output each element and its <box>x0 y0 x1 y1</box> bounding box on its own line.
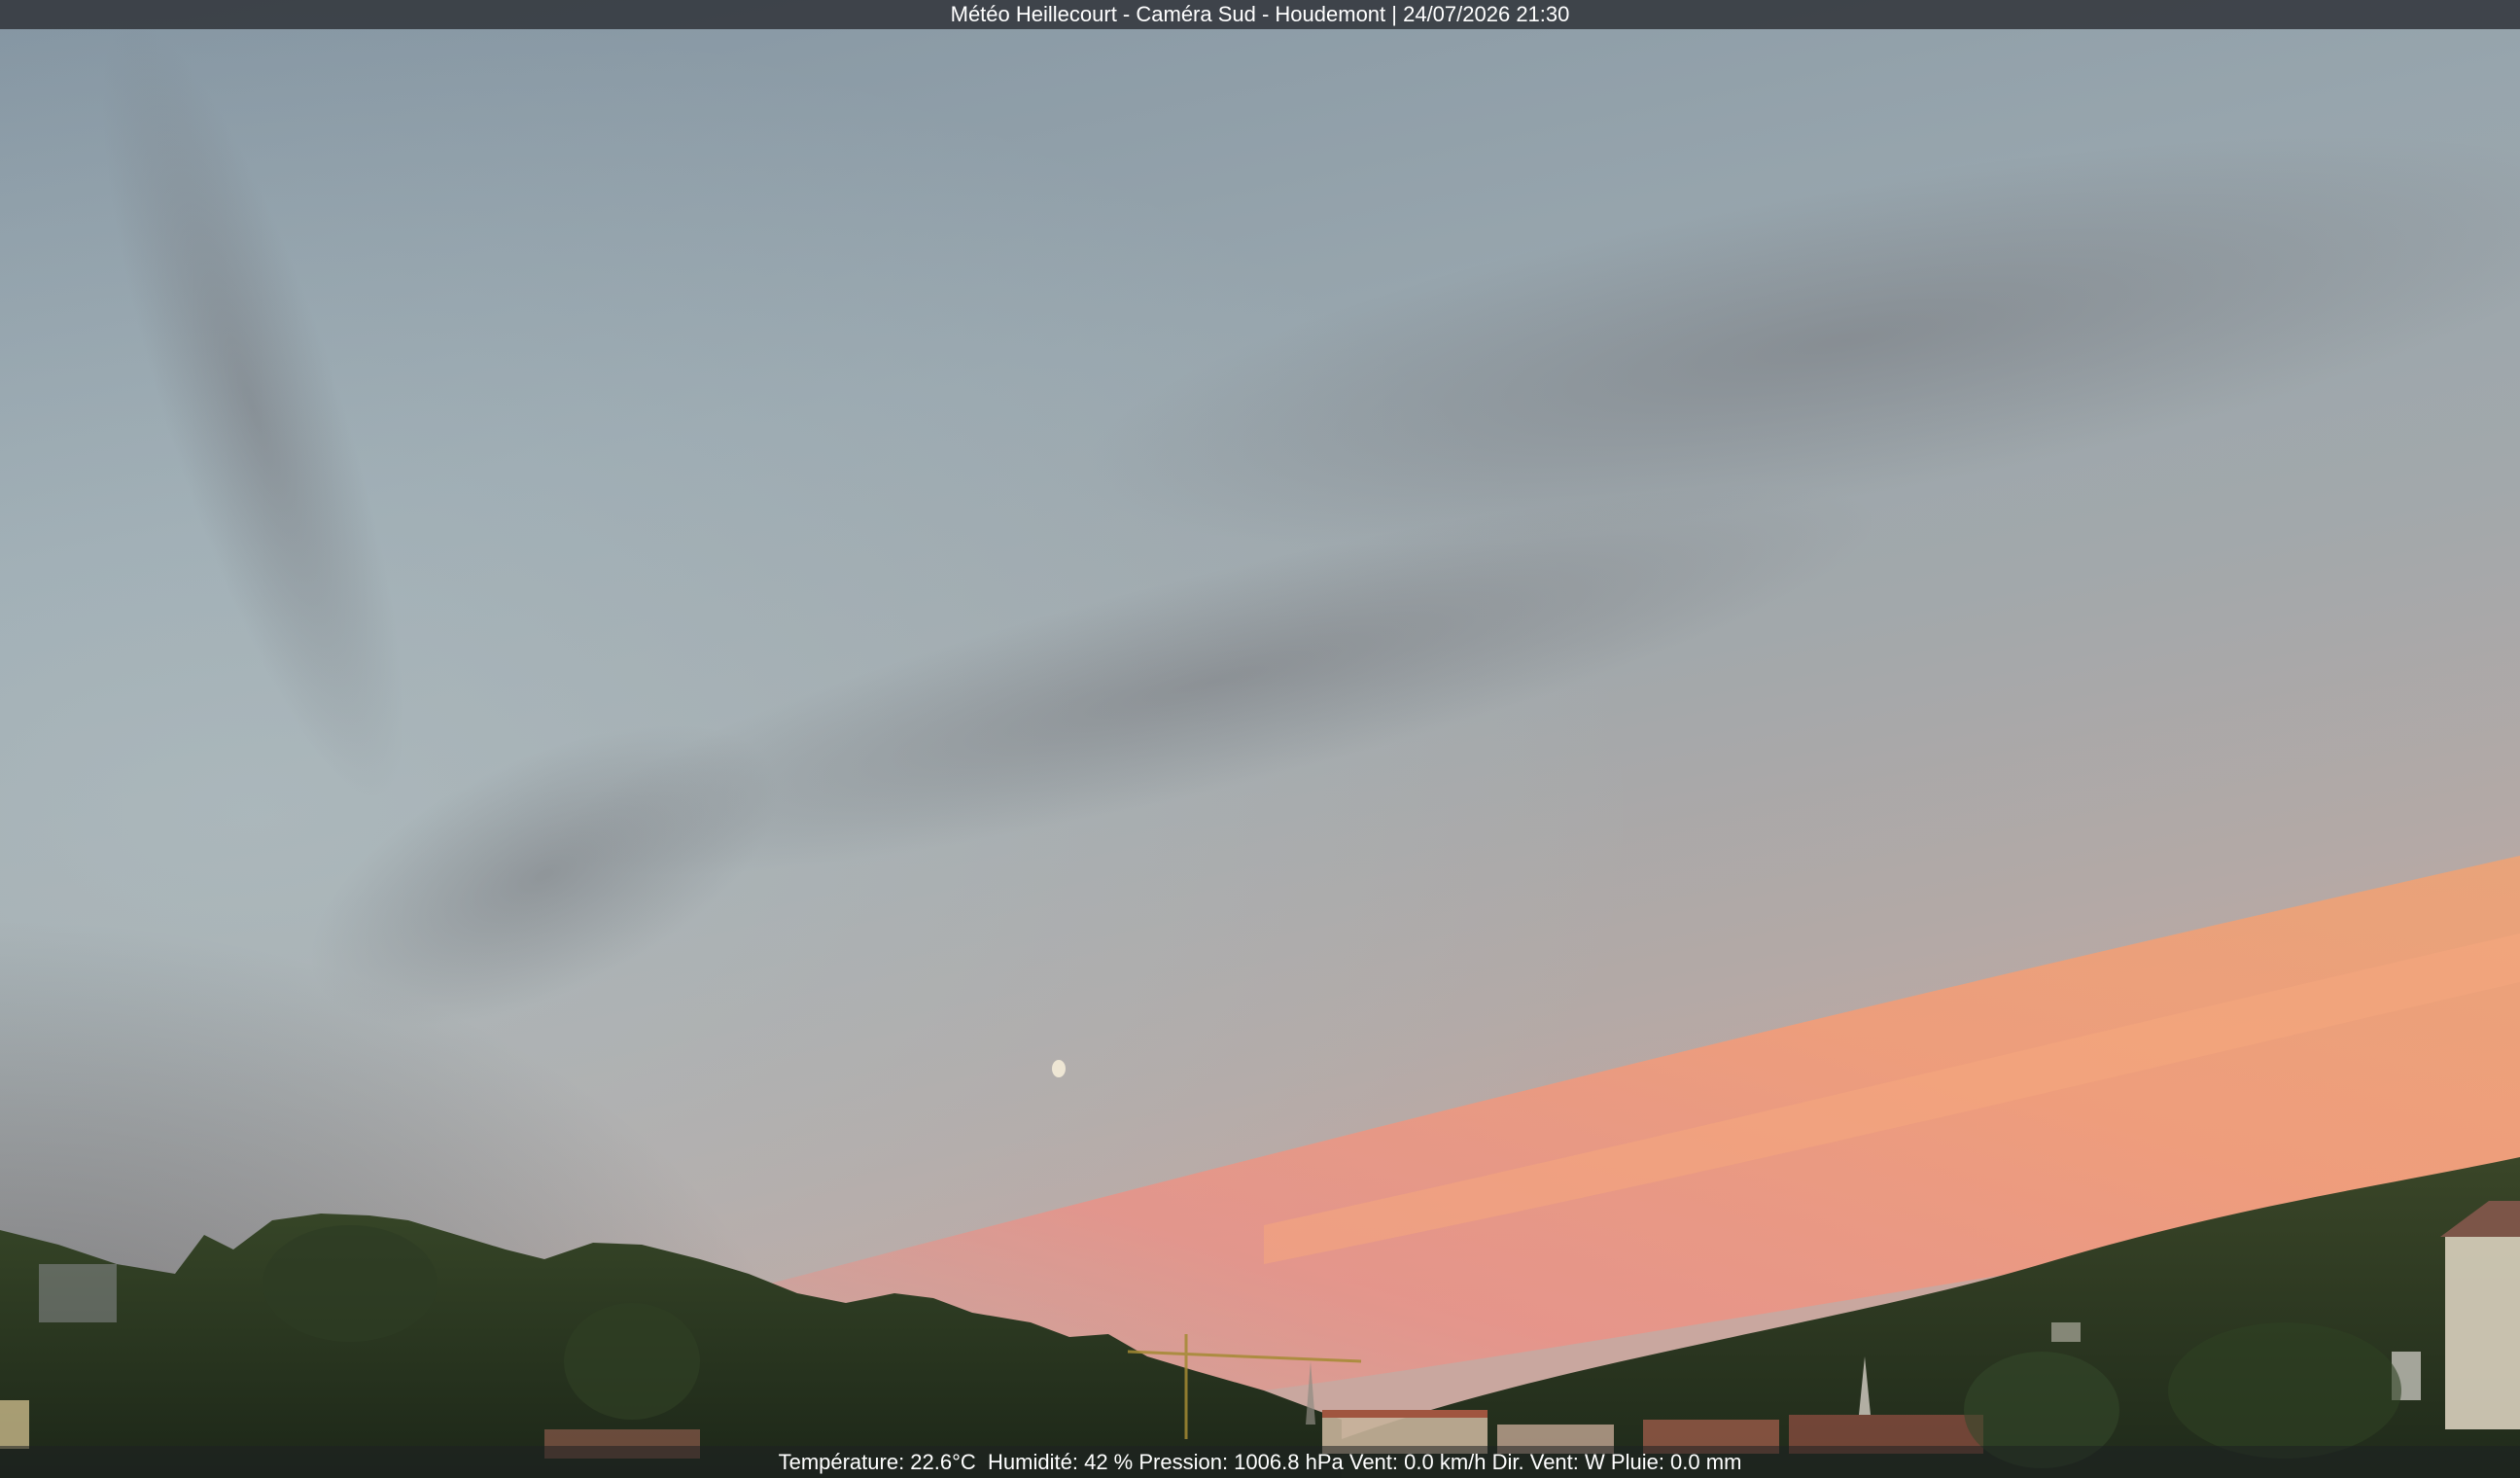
pressure-reading: Pression: 1006.8 hPa <box>1138 1450 1344 1474</box>
webcam-frame: Météo Heillecourt - Caméra Sud - Houdemo… <box>0 0 2520 1478</box>
temperature-reading: Température: 22.6°C <box>778 1450 976 1474</box>
weather-data-bar: Température: 22.6°C Humidité: 42 % Press… <box>0 1446 2520 1478</box>
wind-direction-reading: Dir. Vent: W <box>1491 1450 1605 1474</box>
camera-title: Météo Heillecourt - Caméra Sud - Houdemo… <box>950 2 1570 26</box>
sky-landscape-image <box>0 0 2520 1478</box>
humidity-reading: Humidité: 42 % <box>988 1450 1134 1474</box>
camera-title-bar: Météo Heillecourt - Caméra Sud - Houdemo… <box>0 0 2520 29</box>
wind-speed-reading: Vent: 0.0 km/h <box>1348 1450 1487 1474</box>
rain-reading: Pluie: 0.0 mm <box>1610 1450 1742 1474</box>
